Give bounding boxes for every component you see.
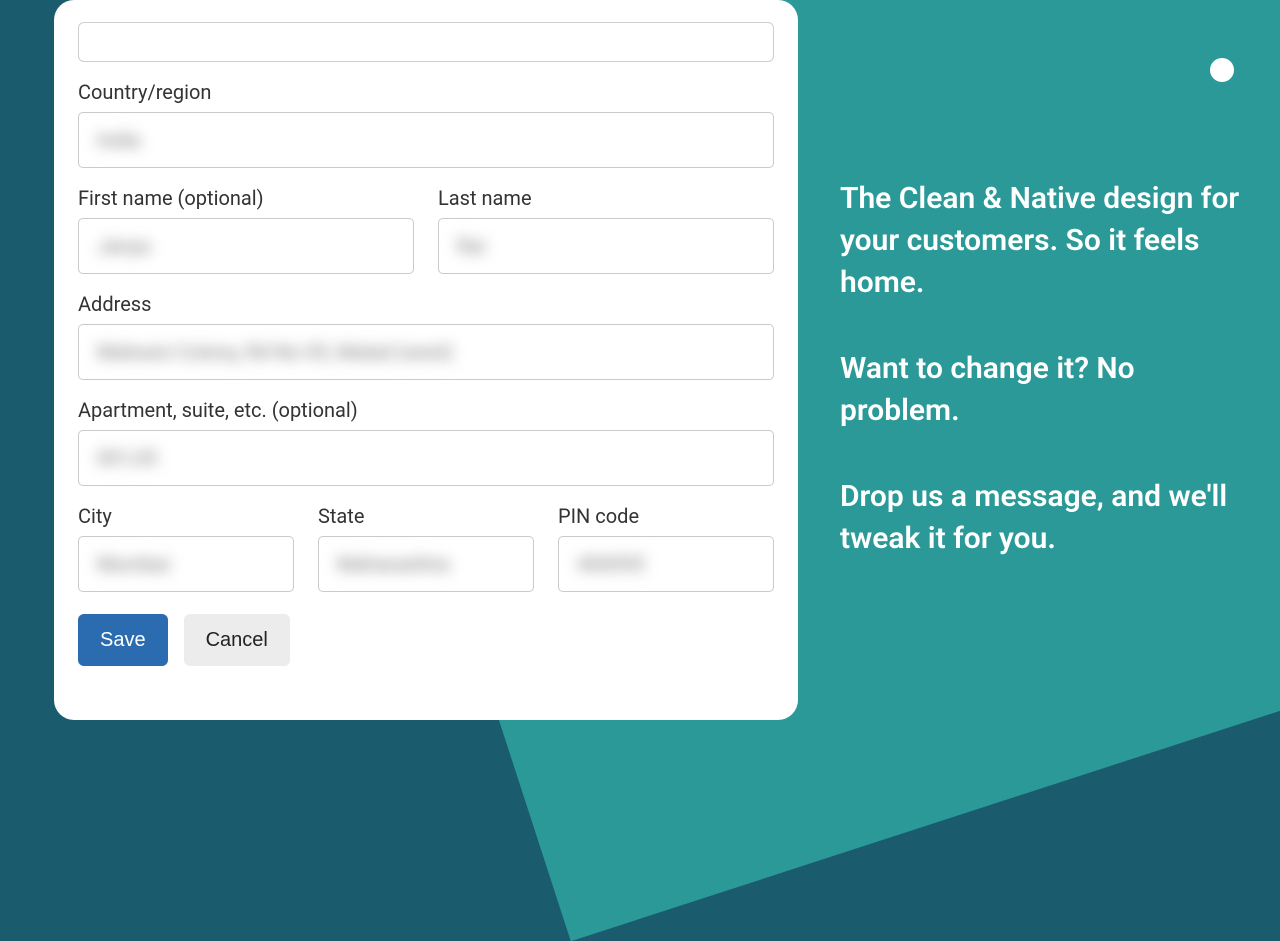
- address-form-card: Country/region India First name (optiona…: [54, 0, 798, 720]
- state-input[interactable]: Maharashtra: [318, 536, 534, 592]
- promo-text: The Clean & Native design for your custo…: [840, 178, 1240, 560]
- state-value: Maharashtra: [337, 552, 450, 576]
- promo-line-1: The Clean & Native design for your custo…: [840, 178, 1240, 304]
- city-label: City: [78, 504, 294, 528]
- save-button[interactable]: Save: [78, 614, 168, 666]
- last-name-input[interactable]: Rai: [438, 218, 774, 274]
- pin-input[interactable]: 400095: [558, 536, 774, 592]
- promo-line-2: Want to change it? No problem.: [840, 348, 1240, 432]
- address-value: Malwani Colony, Rd No 05, Malad (west): [97, 340, 453, 364]
- country-label: Country/region: [78, 80, 774, 104]
- address-input[interactable]: Malwani Colony, Rd No 05, Malad (west): [78, 324, 774, 380]
- last-name-label: Last name: [438, 186, 774, 210]
- city-value: Mumbai: [97, 552, 170, 576]
- pin-label: PIN code: [558, 504, 774, 528]
- city-input[interactable]: Mumbai: [78, 536, 294, 592]
- apartment-value: 001,05: [97, 446, 157, 470]
- cancel-button[interactable]: Cancel: [184, 614, 290, 666]
- first-name-label: First name (optional): [78, 186, 414, 210]
- apartment-input[interactable]: 001,05: [78, 430, 774, 486]
- country-input[interactable]: India: [78, 112, 774, 168]
- pin-value: 400095: [577, 552, 644, 576]
- decorative-dot: [1210, 58, 1234, 82]
- apartment-label: Apartment, suite, etc. (optional): [78, 398, 774, 422]
- promo-line-3: Drop us a message, and we'll tweak it fo…: [840, 476, 1240, 560]
- state-label: State: [318, 504, 534, 528]
- truncated-field[interactable]: [78, 22, 774, 62]
- country-value: India: [97, 128, 141, 152]
- address-label: Address: [78, 292, 774, 316]
- first-name-input[interactable]: Janya: [78, 218, 414, 274]
- last-name-value: Rai: [457, 234, 485, 258]
- first-name-value: Janya: [97, 234, 150, 258]
